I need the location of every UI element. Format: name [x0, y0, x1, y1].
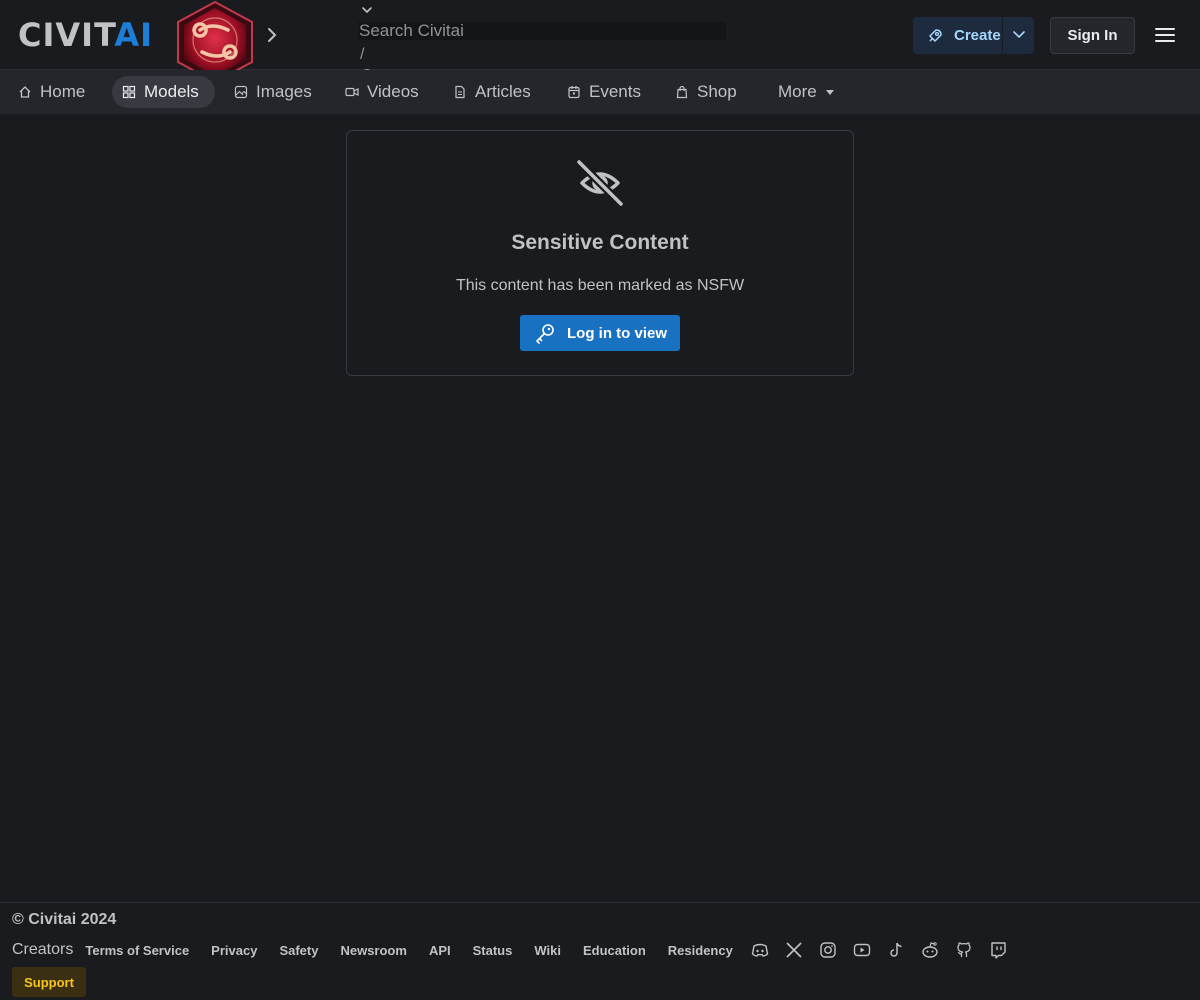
reddit-icon[interactable]	[921, 941, 939, 959]
twitch-icon[interactable]	[989, 941, 1007, 959]
nav-item-more[interactable]: More	[770, 76, 843, 108]
create-label: Create	[954, 27, 1001, 44]
footer-link-safety[interactable]: Safety	[279, 943, 318, 958]
civitai-logo[interactable]: CIVITAI	[18, 19, 153, 51]
chevron-down-icon[interactable]	[360, 4, 374, 16]
create-button[interactable]: Create	[913, 17, 1034, 54]
login-button-label: Log in to view	[567, 324, 667, 342]
eye-off-icon	[576, 159, 624, 207]
logo-ai: AI	[114, 16, 154, 54]
nav-item-label: Home	[40, 82, 86, 101]
home-icon	[19, 86, 31, 98]
footer-link-terms[interactable]: Terms of Service	[85, 943, 189, 958]
nav-item-articles[interactable]: Articles	[445, 76, 539, 108]
footer-links: Creators Terms of Service Privacy Safety…	[12, 939, 1023, 961]
copyright: © Civitai 2024	[12, 911, 117, 928]
social-links	[751, 941, 1023, 959]
nav-item-shop[interactable]: Shop	[667, 76, 745, 108]
chevron-right-icon[interactable]	[264, 26, 280, 44]
key-icon	[536, 324, 554, 344]
file-icon	[455, 85, 465, 99]
rocket-icon	[929, 28, 942, 42]
footer-link-education[interactable]: Education	[583, 943, 646, 958]
nav-item-events[interactable]: Events	[559, 76, 649, 108]
search-input[interactable]	[358, 22, 726, 40]
footer-link-status[interactable]: Status	[473, 943, 513, 958]
nav-item-home[interactable]: Home	[10, 76, 93, 108]
sensitive-content-card: Sensitive Content This content has been …	[346, 130, 854, 376]
nav-item-label: Models	[144, 82, 199, 101]
support-label: Support	[24, 974, 74, 990]
main-nav: Home Models Images Videos Articles Event…	[0, 70, 1200, 114]
grid-icon	[122, 85, 136, 99]
logo-civit: CIVIT	[18, 16, 115, 54]
card-message: This content has been marked as NSFW	[455, 277, 745, 294]
footer-link-creators[interactable]: Creators	[12, 941, 73, 959]
footer-link-newsroom[interactable]: Newsroom	[340, 943, 406, 958]
caret-down-icon	[825, 90, 834, 95]
shopping-bag-icon	[676, 85, 688, 99]
chevron-down-icon[interactable]	[1012, 29, 1026, 41]
footer: © Civitai 2024 Creators Terms of Service…	[0, 902, 1200, 1000]
footer-link-privacy[interactable]: Privacy	[211, 943, 257, 958]
hamburger-menu-icon[interactable]	[1155, 26, 1175, 44]
footer-link-api[interactable]: API	[429, 943, 451, 958]
nav-item-images[interactable]: Images	[226, 76, 320, 108]
header: CIVITAI / Create	[0, 0, 1200, 84]
tiktok-icon[interactable]	[887, 941, 905, 959]
x-icon[interactable]	[785, 941, 803, 959]
video-icon	[345, 87, 359, 97]
sign-in-button[interactable]: Sign In	[1050, 17, 1135, 54]
nav-item-label: Videos	[367, 82, 419, 101]
calendar-icon	[568, 86, 580, 99]
search-shortcut-hint: /	[360, 46, 365, 63]
instagram-icon[interactable]	[819, 941, 837, 959]
footer-link-residency[interactable]: Residency	[668, 943, 733, 958]
discord-icon[interactable]	[751, 941, 769, 959]
github-icon[interactable]	[955, 941, 973, 959]
footer-link-wiki[interactable]: Wiki	[534, 943, 561, 958]
nav-item-label: Shop	[697, 82, 737, 101]
nav-item-label: More	[778, 82, 817, 101]
log-in-to-view-button[interactable]: Log in to view	[520, 315, 680, 351]
create-divider	[1002, 17, 1003, 54]
nav-item-models[interactable]: Models	[112, 76, 215, 108]
nav-item-label: Articles	[475, 82, 531, 101]
nav-item-videos[interactable]: Videos	[337, 76, 427, 108]
support-button[interactable]: Support	[12, 967, 86, 997]
youtube-icon[interactable]	[853, 941, 871, 959]
photo-icon	[234, 85, 248, 99]
nav-item-label: Events	[589, 82, 641, 101]
card-title: Sensitive Content	[511, 231, 689, 254]
nav-item-label: Images	[256, 82, 312, 101]
